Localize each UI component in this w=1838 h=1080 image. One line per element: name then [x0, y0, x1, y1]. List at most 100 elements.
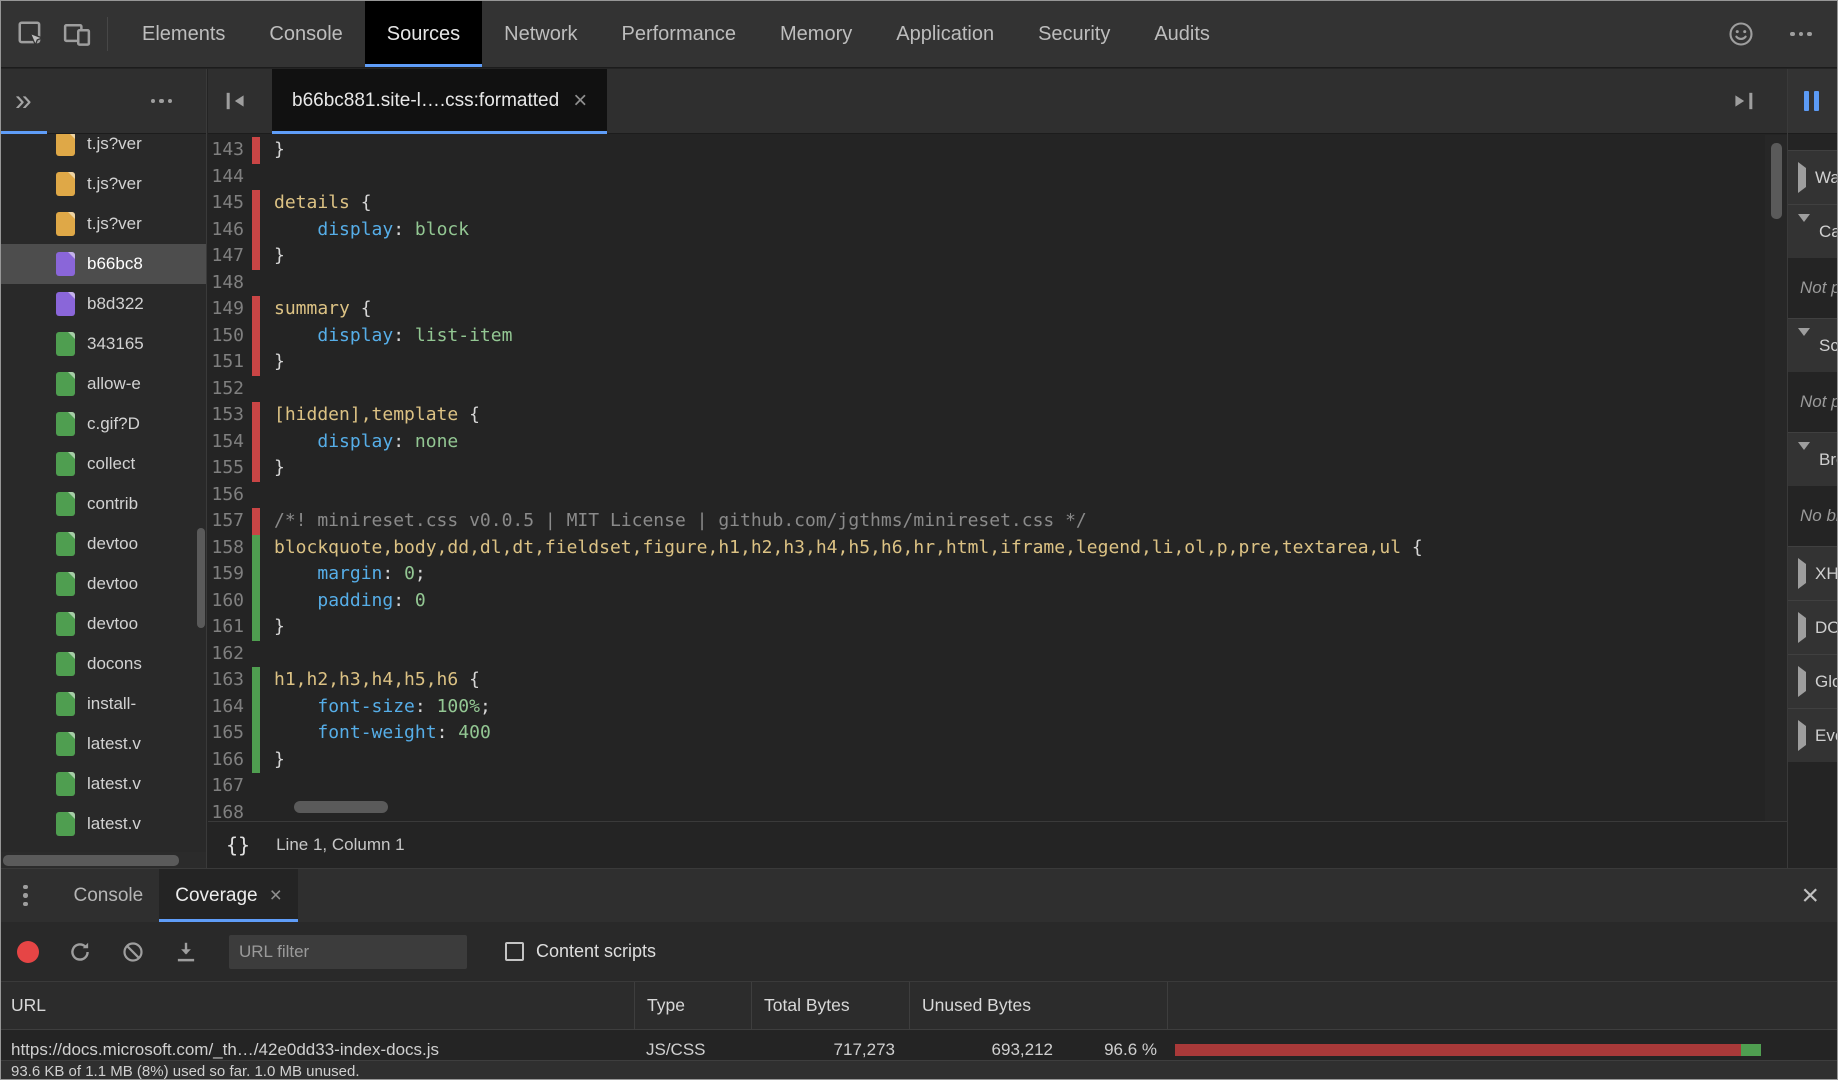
- tab-security[interactable]: Security: [1016, 1, 1132, 67]
- close-tab-icon[interactable]: ×: [573, 89, 587, 113]
- close-drawer-icon[interactable]: ×: [1801, 881, 1819, 911]
- file-item[interactable]: t.js?ver: [1, 164, 206, 204]
- debugger-section-event-listener-breakpoints[interactable]: Event Listener Breakpoints: [1788, 708, 1837, 762]
- line-number[interactable]: 146: [208, 217, 246, 244]
- line-number[interactable]: 166: [208, 747, 246, 774]
- export-download-icon[interactable]: [173, 939, 199, 965]
- tab-audits[interactable]: Audits: [1132, 1, 1232, 67]
- line-number[interactable]: 158: [208, 535, 246, 562]
- debugger-section-scope[interactable]: Scope: [1788, 318, 1837, 372]
- navigator-vertical-scrollbar[interactable]: [197, 528, 205, 628]
- line-number[interactable]: 167: [208, 773, 246, 800]
- line-number[interactable]: 155: [208, 455, 246, 482]
- tab-sources[interactable]: Sources: [365, 1, 482, 67]
- editor-horizontal-scrollbar-thumb[interactable]: [294, 801, 388, 813]
- feedback-smiley-icon[interactable]: [1723, 16, 1759, 52]
- tab-memory[interactable]: Memory: [758, 1, 874, 67]
- line-number[interactable]: 163: [208, 667, 246, 694]
- file-item[interactable]: install-: [1, 684, 206, 724]
- file-item[interactable]: allow-e: [1, 364, 206, 404]
- file-item[interactable]: b66bc8: [1, 244, 206, 284]
- drawer-menu-icon[interactable]: [23, 885, 28, 907]
- file-item[interactable]: contrib: [1, 484, 206, 524]
- line-number[interactable]: 145: [208, 190, 246, 217]
- debugger-section-breakpoints[interactable]: Breakpoints: [1788, 432, 1837, 486]
- url-filter-input[interactable]: [229, 935, 467, 969]
- file-item[interactable]: devtoo: [1, 564, 206, 604]
- column-header-total-bytes[interactable]: Total Bytes: [751, 982, 909, 1029]
- file-item[interactable]: 343165: [1, 324, 206, 364]
- device-toolbar-icon[interactable]: [59, 16, 95, 52]
- line-number[interactable]: 154: [208, 429, 246, 456]
- column-header-type[interactable]: Type: [634, 982, 751, 1029]
- line-number[interactable]: 164: [208, 694, 246, 721]
- tab-elements[interactable]: Elements: [120, 1, 247, 67]
- file-item[interactable]: latest.v: [1, 804, 206, 844]
- line-number[interactable]: 162: [208, 641, 246, 668]
- file-item[interactable]: b8d322: [1, 284, 206, 324]
- navigator-horizontal-scrollbar-thumb[interactable]: [3, 855, 179, 866]
- show-debugger-panel-icon[interactable]: [1725, 83, 1761, 119]
- debugger-section-xhr-fetch-breakpoints[interactable]: XHR/fetch Breakpoints: [1788, 546, 1837, 600]
- line-number[interactable]: 144: [208, 164, 246, 191]
- line-number[interactable]: 151: [208, 349, 246, 376]
- line-number[interactable]: 160: [208, 588, 246, 615]
- line-number[interactable]: 157: [208, 508, 246, 535]
- section-message: Not paused: [1788, 372, 1837, 432]
- editor-vertical-scrollbar-thumb[interactable]: [1771, 143, 1782, 219]
- debugger-section-call-stack[interactable]: Call Stack: [1788, 204, 1837, 258]
- drawer-tab-console[interactable]: Console: [58, 869, 160, 922]
- file-name: t.js?ver: [87, 214, 142, 234]
- record-coverage-button[interactable]: [17, 941, 39, 963]
- column-header-url[interactable]: URL: [1, 982, 634, 1029]
- editor-vertical-scrollbar-track[interactable]: [1765, 135, 1787, 821]
- close-coverage-tab-icon[interactable]: ×: [270, 885, 282, 906]
- pause-script-execution-icon[interactable]: [1804, 91, 1819, 111]
- toolbar-right-group: [1723, 16, 1837, 52]
- row-type: JS/CSS: [634, 1040, 751, 1060]
- tab-network[interactable]: Network: [482, 1, 599, 67]
- pretty-print-icon[interactable]: {}: [226, 833, 250, 857]
- reload-icon[interactable]: [67, 939, 93, 965]
- inspect-icon[interactable]: [13, 16, 49, 52]
- navigator-horizontal-scrollbar-track[interactable]: [1, 852, 206, 868]
- hide-navigator-icon[interactable]: [218, 83, 254, 119]
- file-item[interactable]: docons: [1, 644, 206, 684]
- line-number[interactable]: 153: [208, 402, 246, 429]
- navigator-more-options-icon[interactable]: [151, 99, 173, 104]
- line-number[interactable]: 152: [208, 376, 246, 403]
- tab-application[interactable]: Application: [874, 1, 1016, 67]
- line-number[interactable]: 149: [208, 296, 246, 323]
- line-number[interactable]: 148: [208, 270, 246, 297]
- column-header-unused-bytes[interactable]: Unused Bytes: [909, 982, 1167, 1029]
- debugger-section-watch[interactable]: Watch: [1788, 150, 1837, 204]
- line-number[interactable]: 150: [208, 323, 246, 350]
- drawer-tab-coverage[interactable]: Coverage ×: [159, 869, 298, 922]
- line-number[interactable]: 159: [208, 561, 246, 588]
- clear-icon[interactable]: [121, 940, 145, 964]
- file-item[interactable]: devtoo: [1, 604, 206, 644]
- line-number[interactable]: 147: [208, 243, 246, 270]
- tab-performance[interactable]: Performance: [600, 1, 759, 67]
- line-number[interactable]: 161: [208, 614, 246, 641]
- file-item[interactable]: devtoo: [1, 524, 206, 564]
- line-number[interactable]: 156: [208, 482, 246, 509]
- file-item[interactable]: t.js?ver: [1, 204, 206, 244]
- code-area[interactable]: 143}144145details {146 display: block147…: [208, 135, 1765, 821]
- main-menu-icon[interactable]: [1783, 16, 1819, 52]
- file-item[interactable]: c.gif?D: [1, 404, 206, 444]
- tab-console[interactable]: Console: [247, 1, 364, 67]
- debugger-section-global-listeners[interactable]: Global Listeners: [1788, 654, 1837, 708]
- line-number[interactable]: 143: [208, 137, 246, 164]
- line-number[interactable]: 165: [208, 720, 246, 747]
- file-item[interactable]: collect: [1, 444, 206, 484]
- content-scripts-checkbox[interactable]: [505, 942, 524, 961]
- more-tabs-chevron-icon[interactable]: »: [15, 86, 32, 116]
- file-item[interactable]: latest.v: [1, 764, 206, 804]
- editor-tab[interactable]: b66bc881.site-l….css:formatted ×: [272, 69, 607, 133]
- coverage-row[interactable]: https://docs.microsoft.com/_th…/42e0dd33…: [1, 1030, 1837, 1060]
- file-item[interactable]: latest.v: [1, 724, 206, 764]
- debugger-section-dom-breakpoints[interactable]: DOM Breakpoints: [1788, 600, 1837, 654]
- code-text: }: [260, 455, 285, 482]
- line-number[interactable]: 168: [208, 800, 246, 822]
